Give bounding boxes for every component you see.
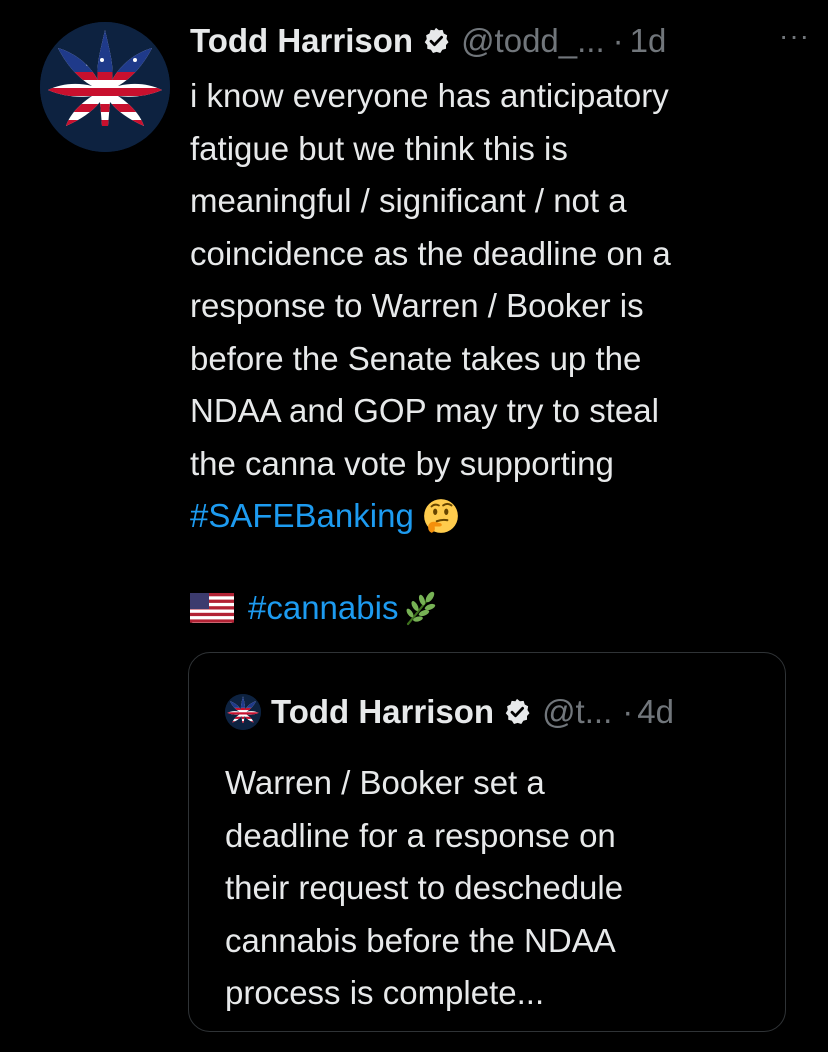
verified-badge-icon xyxy=(505,698,530,724)
quoted-text-line: Warren / Booker set a xyxy=(225,764,545,801)
quoted-timestamp: 4d xyxy=(637,693,674,730)
quoted-text-line: deadline for a response on xyxy=(225,816,616,854)
quoted-author-avatar xyxy=(225,694,261,730)
more-horizontal-icon[interactable]: ··· xyxy=(779,20,810,52)
hashtag-cannabis-link[interactable]: #cannabis xyxy=(248,589,398,627)
cannabis-leaf-flag-icon xyxy=(225,694,261,730)
tweet-text: i know everyone has anticipatory fatigue… xyxy=(190,70,800,543)
quoted-tweet-text: Warren / Booker set a deadline for a res… xyxy=(225,757,765,1020)
tweet-text-line: coincidence as the deadline on a xyxy=(190,234,671,272)
author-name[interactable]: Todd Harrison xyxy=(190,22,413,60)
tweet-text-line: response to Warren / Booker is xyxy=(190,287,644,324)
quoted-tweet[interactable]: Todd Harrison @t... · 4d Warren / Booker… xyxy=(188,652,786,1032)
verified-badge-icon xyxy=(424,27,449,53)
timestamp[interactable]: 1d xyxy=(630,22,667,60)
separator-dot: · xyxy=(622,693,634,730)
tweet-text-line: meaningful / significant / not a xyxy=(190,182,627,219)
tweet-text-line: NDAA and GOP may try to steal xyxy=(190,392,659,429)
tweet-text-line: the canna vote by supporting xyxy=(190,444,614,482)
quoted-text-line: process is complete... xyxy=(225,974,545,1011)
quoted-author-name: Todd Harrison xyxy=(271,693,495,730)
quoted-author-handle: @t... xyxy=(542,693,613,730)
hashtag-safebanking-link[interactable]: #SAFEBanking xyxy=(190,497,414,534)
quoted-text-line: cannabis before the NDAA xyxy=(225,921,616,959)
author-avatar[interactable] xyxy=(40,22,170,152)
tweet-text-line: before the Senate takes up the xyxy=(190,339,642,377)
cannabis-leaf-flag-icon xyxy=(40,22,170,152)
herb-icon xyxy=(406,591,436,626)
tweet-text-line: fatigue but we think this is xyxy=(190,129,568,167)
quoted-tweet-header: Todd Harrison @t... · 4d xyxy=(225,689,674,735)
tweet[interactable]: Todd Harrison @todd_... · 1d ··· i know … xyxy=(0,0,828,1052)
tweet-header: Todd Harrison @todd_... · 1d ··· xyxy=(190,18,810,64)
tweet-text-line-hashtag: #SAFEBanking xyxy=(190,490,800,543)
separator-dot: · xyxy=(612,22,624,59)
thinking-face-icon xyxy=(423,499,458,533)
tweet-text-line: i know everyone has anticipatory xyxy=(190,77,669,114)
tags-line: #cannabis xyxy=(190,582,440,634)
us-flag-icon xyxy=(190,593,234,623)
author-handle[interactable]: @todd_... xyxy=(461,22,605,60)
quoted-text-line: their request to deschedule xyxy=(225,869,624,906)
